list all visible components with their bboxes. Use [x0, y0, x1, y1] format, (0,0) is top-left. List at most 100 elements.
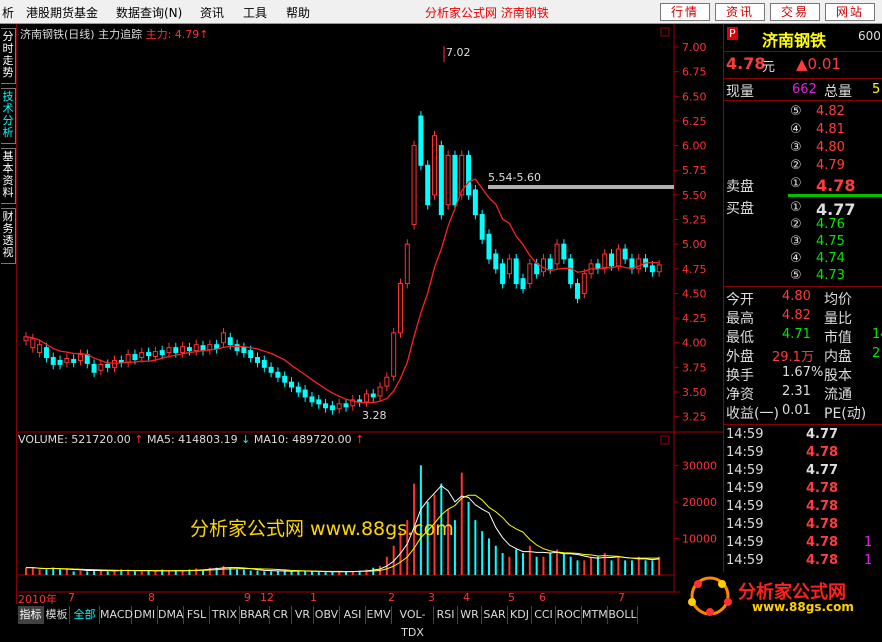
menu-item-news[interactable]: 资讯 [200, 4, 224, 21]
candle [152, 351, 158, 358]
volume-bar [25, 567, 27, 575]
x-axis-label: 8 [148, 591, 155, 604]
volume-bar [637, 556, 640, 575]
volume-bar [59, 569, 62, 575]
price-tick-label: 5.75 [682, 164, 707, 177]
price-tick-label: 3.50 [682, 386, 707, 399]
stat-label: 最低 [726, 330, 754, 346]
x-axis-label: 1 [310, 591, 317, 604]
indicator-tab-emv[interactable]: EMV [366, 606, 392, 624]
tab-intraday[interactable]: 分时走势 [1, 28, 16, 84]
volume-bar [310, 571, 313, 575]
candle [609, 253, 615, 267]
menu-item-data-query[interactable]: 数据查询(N) [116, 4, 182, 21]
indicator-tab-指标[interactable]: 指标 [18, 606, 44, 624]
volume-bar [467, 501, 470, 575]
volume-bar [460, 472, 463, 575]
website-button[interactable]: 网站 [825, 3, 875, 21]
candle [227, 337, 233, 346]
volume-bar [181, 571, 184, 575]
indicator-tab-asi[interactable]: ASI [340, 606, 366, 624]
volume-value: VOLUME: 521720.00 [18, 433, 131, 446]
stock-code: 600 [858, 29, 881, 43]
volume-bar [45, 569, 48, 575]
stat-value: 4.80 [782, 289, 811, 304]
indicator-tab-boll[interactable]: BOLL [608, 606, 638, 624]
candle [254, 357, 260, 363]
volume-bar [522, 553, 525, 575]
tick-vol: 1 [864, 553, 873, 568]
volume-bar [562, 553, 565, 575]
tab-financials[interactable]: 财务透视 [1, 208, 16, 264]
candle [370, 393, 376, 398]
buy-price: 4.73 [816, 268, 845, 283]
indicator-tab-cr[interactable]: CR [270, 606, 292, 624]
menu-item-tools[interactable]: 工具 [243, 4, 267, 21]
candle [506, 258, 512, 275]
price-tick-label: 6.25 [682, 115, 707, 128]
tab-fundamentals[interactable]: 基本资料 [1, 148, 16, 204]
indicator-tab-macd[interactable]: MACD [100, 606, 133, 624]
menu-bar: 析 港股期货基金 数据查询(N) 资讯 工具 帮助 分析家公式网 济南钢铁 行情… [0, 0, 882, 24]
candle [547, 258, 553, 270]
menu-item-analysis[interactable]: 析 [2, 4, 14, 21]
indicator-tab-vol-tdx[interactable]: VOL-TDX [392, 606, 434, 639]
stat-label: 股本 [824, 368, 852, 384]
buy-level: ⑤ [790, 268, 802, 283]
indicator-tab-dmi[interactable]: DMI [132, 606, 158, 624]
indicator-tab-cci[interactable]: CCI [532, 606, 556, 624]
volume-bar [99, 570, 102, 575]
volume-bar [481, 531, 484, 575]
volume-bar [195, 568, 198, 575]
tick-price: 4.78 [806, 553, 839, 568]
tab-technical[interactable]: 技术分析 [1, 88, 16, 144]
trade-button[interactable]: 交易 [770, 3, 820, 21]
candle [493, 253, 499, 270]
candle [391, 332, 397, 377]
volume-bar [242, 569, 245, 575]
indicator-tab-roc[interactable]: ROC [556, 606, 582, 624]
quotes-button[interactable]: 行情 [660, 3, 710, 21]
candle [520, 278, 526, 289]
indicator-tab-模板[interactable]: 模板 [44, 606, 70, 624]
candle [466, 154, 472, 196]
candle [275, 371, 281, 378]
stat-value: 4.71 [782, 327, 811, 342]
indicator-tab-fsl[interactable]: FSL [184, 606, 210, 624]
watermark: 分析家公式网 www.88gs.com [190, 518, 454, 540]
indicator-name: 主力追踪 [98, 28, 143, 41]
stat-value: 4.82 [782, 308, 811, 323]
x-axis-label: 7 [68, 591, 75, 604]
candle [527, 263, 533, 285]
window-title: 分析家公式网 济南钢铁 [425, 6, 549, 20]
buy-price: 4.74 [816, 251, 845, 266]
menu-item-help[interactable]: 帮助 [286, 4, 310, 21]
up-arrow-icon: ↑ [199, 28, 209, 41]
indicator-tab-obv[interactable]: OBV [314, 606, 340, 624]
indicator-tab-kdj[interactable]: KDJ [508, 606, 532, 624]
candle [146, 352, 152, 357]
buy-price: 4.76 [816, 217, 845, 232]
indicator-tab-brar[interactable]: BRAR [240, 606, 270, 624]
candle [615, 248, 621, 267]
stat-value: 2 [872, 346, 881, 361]
indicator-tab-rsi[interactable]: RSI [434, 606, 458, 624]
indicator-tab-mtm[interactable]: MTM [582, 606, 608, 624]
indicator-tab-trix[interactable]: TRIX [210, 606, 240, 624]
indicator-tab-全部[interactable]: 全部 [70, 606, 100, 624]
indicator-tab-vr[interactable]: VR [292, 606, 314, 624]
x-axis-label: 3 [428, 591, 435, 604]
indicator-tab-sar[interactable]: SAR [482, 606, 508, 624]
menu-item-hk-futures[interactable]: 港股期货基金 [26, 4, 98, 21]
indicator-tab-dma[interactable]: DMA [158, 606, 184, 624]
stock-name: 济南钢铁 [762, 31, 827, 50]
indicator-tab-wr[interactable]: WR [458, 606, 482, 624]
volume-bar [630, 560, 633, 575]
candle [289, 381, 295, 388]
volume-bar [236, 569, 239, 575]
volume-bar [583, 560, 586, 575]
candle [343, 403, 349, 408]
candle [200, 345, 206, 352]
stock-period: 济南钢铁(日线) [20, 28, 95, 41]
news-button[interactable]: 资讯 [715, 3, 765, 21]
